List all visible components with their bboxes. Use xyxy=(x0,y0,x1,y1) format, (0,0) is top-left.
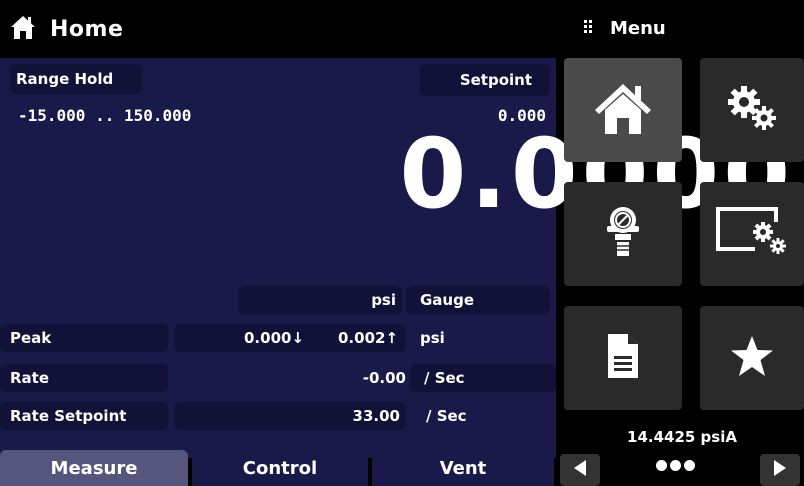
rate-unit-button[interactable]: / Sec xyxy=(410,364,556,392)
menu-settings-tile[interactable] xyxy=(700,58,804,162)
menu-header: Menu xyxy=(584,18,666,39)
mode-button[interactable]: Gauge xyxy=(406,286,550,314)
rate-label: Rate xyxy=(10,369,50,387)
rate-unit: / Sec xyxy=(424,369,465,387)
peak-button[interactable]: Peak xyxy=(0,324,168,352)
settings-gears-icon xyxy=(724,84,780,136)
setpoint-label: Setpoint xyxy=(459,71,532,89)
next-page-button[interactable] xyxy=(760,454,800,486)
menu-sensor-tile[interactable] xyxy=(564,182,682,286)
unit-button[interactable]: psi xyxy=(238,286,402,314)
range-value: -15.000 .. 150.000 xyxy=(18,106,192,125)
tab-vent-label: Vent xyxy=(439,457,487,479)
peak-max-value: 0.002↑ xyxy=(338,329,399,347)
page-dot xyxy=(684,460,695,471)
menu-home-tile[interactable] xyxy=(564,58,682,162)
sensor-icon xyxy=(605,204,641,264)
tab-control[interactable]: Control xyxy=(192,450,368,486)
peak-values[interactable]: 0.000↓ 0.002↑ xyxy=(174,324,406,352)
rate-value: -0.00 xyxy=(362,369,406,387)
top-bar: Home Menu xyxy=(0,0,804,56)
page-dot xyxy=(670,460,681,471)
page-indicator xyxy=(656,460,695,471)
rate-setpoint-label: Rate Setpoint xyxy=(10,407,127,425)
menu-display-settings-tile[interactable] xyxy=(700,182,804,286)
menu-title: Menu xyxy=(610,18,666,39)
setpoint-button[interactable]: Setpoint xyxy=(420,64,550,96)
arrow-left-icon xyxy=(573,459,587,481)
grip-icon xyxy=(584,19,592,38)
peak-label: Peak xyxy=(10,329,52,347)
rate-setpoint-value-field[interactable]: 33.00 xyxy=(174,402,406,430)
display-settings-icon xyxy=(715,206,789,262)
peak-unit: psi xyxy=(420,329,445,347)
tab-measure[interactable]: Measure xyxy=(0,450,188,486)
tab-vent[interactable]: Vent xyxy=(372,450,554,486)
mode-label: Gauge xyxy=(420,291,475,309)
rate-setpoint-value: 33.00 xyxy=(352,407,400,425)
star-icon xyxy=(729,334,775,382)
barometer-reading: 14.4425 psiA xyxy=(627,428,737,446)
tab-control-label: Control xyxy=(242,457,318,479)
peak-min-value: 0.000↓ xyxy=(244,329,305,347)
home-header[interactable]: Home xyxy=(10,14,123,44)
tab-measure-label: Measure xyxy=(50,457,138,479)
document-icon xyxy=(606,332,640,384)
menu-favorites-tile[interactable] xyxy=(700,306,804,410)
unit-label: psi xyxy=(371,291,396,309)
arrow-right-icon xyxy=(773,459,787,481)
prev-page-button[interactable] xyxy=(560,454,600,486)
menu-document-tile[interactable] xyxy=(564,306,682,410)
page-dot xyxy=(656,460,667,471)
home-icon xyxy=(591,80,655,140)
rate-setpoint-button[interactable]: Rate Setpoint xyxy=(0,402,168,430)
mode-tabs: Measure Control Vent xyxy=(0,450,556,486)
page-title: Home xyxy=(50,16,124,42)
rate-setpoint-unit: / Sec xyxy=(426,407,467,425)
rate-button[interactable]: Rate xyxy=(0,364,168,392)
range-hold-label: Range Hold xyxy=(16,70,114,88)
range-hold-button[interactable]: Range Hold xyxy=(10,64,142,94)
home-icon xyxy=(10,14,36,44)
